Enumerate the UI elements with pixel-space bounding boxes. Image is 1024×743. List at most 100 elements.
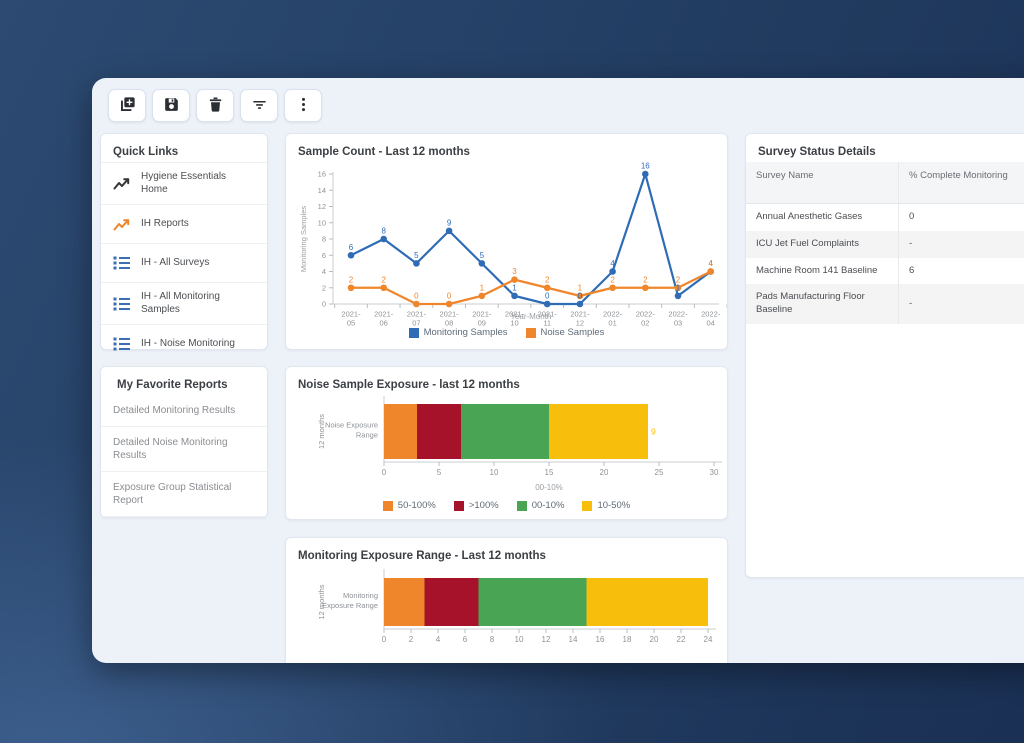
svg-text:16: 16 xyxy=(596,635,605,644)
svg-text:12: 12 xyxy=(576,319,584,327)
legend-item[interactable]: 50-100% xyxy=(383,500,436,511)
svg-text:14: 14 xyxy=(318,186,326,195)
svg-text:11: 11 xyxy=(543,319,551,327)
svg-text:0: 0 xyxy=(545,292,550,301)
svg-text:1: 1 xyxy=(578,283,583,292)
legend-item[interactable]: >100% xyxy=(454,500,499,511)
svg-text:Monitoring Samples: Monitoring Samples xyxy=(299,206,308,273)
percent-complete-cell: - xyxy=(899,231,1024,258)
column-header-percent-complete[interactable]: % Complete Monitoring xyxy=(899,162,1024,204)
svg-text:1: 1 xyxy=(512,283,517,292)
svg-text:2: 2 xyxy=(349,275,354,284)
svg-text:8: 8 xyxy=(322,235,326,244)
legend-label: 00-10% xyxy=(532,500,565,511)
svg-text:2021-: 2021- xyxy=(374,310,394,319)
svg-text:08: 08 xyxy=(445,319,453,327)
delete-button[interactable] xyxy=(196,89,234,122)
list-icon xyxy=(113,296,131,312)
svg-text:0: 0 xyxy=(447,292,452,301)
legend-item[interactable]: 10-50% xyxy=(582,500,630,511)
svg-text:22: 22 xyxy=(677,635,686,644)
svg-text:2: 2 xyxy=(610,275,615,284)
sample-count-chart-canvas: 0246810121416Year-Month2021-052021-06202… xyxy=(286,158,727,326)
svg-text:Monitoring: Monitoring xyxy=(343,591,378,600)
svg-text:4: 4 xyxy=(436,635,441,644)
svg-text:14: 14 xyxy=(569,635,578,644)
quick-link-item[interactable]: IH - All Monitoring Samples xyxy=(101,282,267,324)
svg-text:07: 07 xyxy=(412,319,420,327)
svg-text:5: 5 xyxy=(480,251,485,260)
svg-text:2021-: 2021- xyxy=(538,310,558,319)
svg-text:2021-: 2021- xyxy=(407,310,427,319)
svg-text:1: 1 xyxy=(480,283,485,292)
favorite-report-item[interactable]: Detailed Noise Monitoring Results xyxy=(101,426,267,471)
svg-text:2022-: 2022- xyxy=(636,310,656,319)
svg-text:01: 01 xyxy=(608,319,616,327)
favorite-report-item[interactable]: Detailed Monitoring Results xyxy=(101,395,267,426)
svg-text:Range: Range xyxy=(356,431,378,440)
quick-link-item[interactable]: IH - Noise Monitoring xyxy=(101,324,267,363)
more-button[interactable] xyxy=(284,89,322,122)
quick-link-item[interactable]: IH - All Surveys xyxy=(101,243,267,282)
svg-text:12: 12 xyxy=(318,202,326,211)
dashboard-panel: Quick Links Hygiene Essentials Home IH R… xyxy=(92,78,1024,663)
survey-status-card: Survey Status Details Survey Name % Comp… xyxy=(745,133,1024,578)
quick-link-label: IH - All Surveys xyxy=(141,257,209,270)
survey-name-cell: ICU Jet Fuel Complaints xyxy=(746,231,899,258)
percent-complete-cell: 0 xyxy=(899,204,1024,231)
legend-item[interactable]: Noise Samples xyxy=(526,327,605,338)
trend-up-orange-icon xyxy=(113,217,131,232)
column-header-survey-name[interactable]: Survey Name xyxy=(746,162,899,204)
svg-text:05: 05 xyxy=(347,319,355,327)
filter-icon xyxy=(250,95,269,117)
quick-link-label: Hygiene Essentials Home xyxy=(141,171,255,196)
save-icon xyxy=(162,95,181,117)
svg-text:18: 18 xyxy=(623,635,632,644)
svg-text:9: 9 xyxy=(651,427,656,437)
noise-exposure-chart-card: Noise Sample Exposure - last 12 months 0… xyxy=(285,366,728,520)
svg-text:2021-: 2021- xyxy=(472,310,492,319)
svg-text:16: 16 xyxy=(318,170,326,179)
svg-text:2: 2 xyxy=(643,275,648,284)
svg-text:16: 16 xyxy=(641,162,650,171)
svg-text:10: 10 xyxy=(510,319,518,327)
kebab-icon xyxy=(294,95,313,117)
favorite-reports-list: Detailed Monitoring ResultsDetailed Nois… xyxy=(101,395,267,516)
desktop-background: Quick Links Hygiene Essentials Home IH R… xyxy=(0,0,1024,743)
percent-complete-cell: - xyxy=(899,284,1024,324)
favorite-report-item[interactable]: Exposure Group Statistical Report xyxy=(101,471,267,516)
save-button[interactable] xyxy=(152,89,190,122)
legend-swatch xyxy=(517,501,527,511)
trend-up-dark-icon xyxy=(113,176,131,191)
quick-link-item[interactable]: IH Reports xyxy=(101,204,267,243)
legend-swatch xyxy=(409,328,419,338)
table-row[interactable]: ICU Jet Fuel Complaints - xyxy=(746,231,1024,258)
quick-links-title: Quick Links xyxy=(101,134,267,162)
legend-item[interactable]: 00-10% xyxy=(517,500,565,511)
svg-text:6: 6 xyxy=(322,251,326,260)
svg-text:04: 04 xyxy=(707,319,715,327)
table-row[interactable]: Annual Anesthetic Gases 0 xyxy=(746,204,1024,231)
svg-text:2021-: 2021- xyxy=(341,310,361,319)
filter-button[interactable] xyxy=(240,89,278,122)
svg-text:03: 03 xyxy=(674,319,682,327)
svg-text:0: 0 xyxy=(414,292,419,301)
trash-icon xyxy=(206,95,225,117)
favorite-reports-card: My Favorite Reports Detailed Monitoring … xyxy=(100,366,268,518)
legend-swatch xyxy=(526,328,536,338)
legend-item[interactable]: Monitoring Samples xyxy=(409,327,508,338)
add-button[interactable] xyxy=(108,89,146,122)
table-row[interactable]: Pads Manufacturing Floor Baseline - xyxy=(746,284,1024,324)
svg-text:4: 4 xyxy=(610,259,615,268)
svg-text:5: 5 xyxy=(414,251,419,260)
quick-link-item[interactable]: Hygiene Essentials Home xyxy=(101,162,267,204)
svg-text:6: 6 xyxy=(349,243,354,252)
svg-text:12 months: 12 months xyxy=(317,414,326,449)
svg-text:2022-: 2022- xyxy=(603,310,623,319)
legend-label: 10-50% xyxy=(597,500,630,511)
quick-link-label: IH - All Monitoring Samples xyxy=(141,291,255,316)
table-row[interactable]: Machine Room 141 Baseline 6 xyxy=(746,258,1024,285)
svg-text:06: 06 xyxy=(380,319,388,327)
quick-links-list: Hygiene Essentials Home IH Reports IH - … xyxy=(101,162,267,363)
svg-text:1: 1 xyxy=(676,283,681,292)
